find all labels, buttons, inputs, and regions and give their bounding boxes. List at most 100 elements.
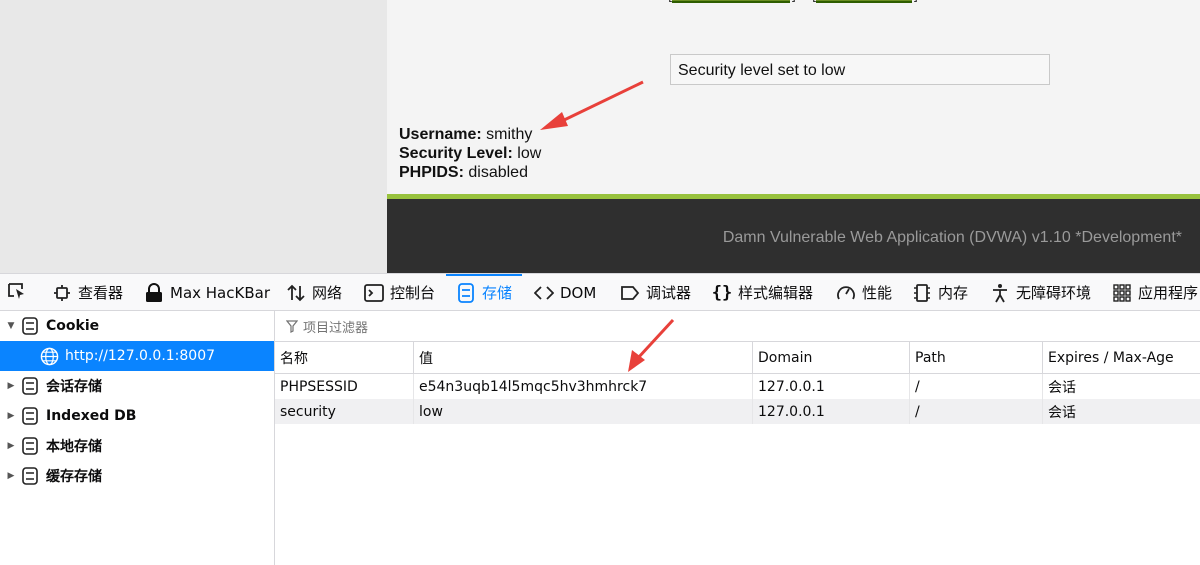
cell-path: / xyxy=(910,374,1043,399)
tree-item-indexed-db-label: Indexed DB xyxy=(46,408,137,424)
globe-icon xyxy=(40,347,59,365)
performance-icon xyxy=(836,283,856,303)
table-row[interactable]: security low 127.0.0.1 / 会话 xyxy=(275,399,1200,424)
tab-accessibility[interactable]: 无障碍环境 xyxy=(990,274,1092,310)
database-icon xyxy=(22,467,38,485)
devtools-panel: 查看器 Max HacKBar 网络 控制台 存储 DOM 调试器 {} 样式编 xyxy=(0,273,1200,565)
table-header: 名称 值 Domain Path Expires / Max-Age xyxy=(275,342,1200,374)
cell-domain: 127.0.0.1 xyxy=(753,374,910,399)
storage-icon xyxy=(456,282,476,303)
tree-item-local-storage[interactable]: ▶ 本地存储 xyxy=(0,431,274,461)
tree-item-session-storage-label: 会话存储 xyxy=(46,379,102,395)
devtools-toolbar: 查看器 Max HacKBar 网络 控制台 存储 DOM 调试器 {} 样式编 xyxy=(0,273,1200,311)
tab-style-editor[interactable]: {} 样式编辑器 xyxy=(711,274,814,310)
tab-inspector-label: 查看器 xyxy=(78,284,124,302)
tab-hackbar[interactable]: Max HacKBar xyxy=(144,274,270,310)
cell-path: / xyxy=(910,399,1043,424)
column-header-name[interactable]: 名称 xyxy=(275,342,414,373)
tab-memory[interactable]: 内存 xyxy=(912,274,969,310)
tab-application[interactable]: 应用程序 xyxy=(1112,274,1199,310)
accessibility-icon xyxy=(990,283,1010,303)
cell-expires: 会话 xyxy=(1048,379,1076,396)
application-icon xyxy=(1112,283,1132,303)
tab-console-label: 控制台 xyxy=(390,284,436,302)
tab-application-label: 应用程序 xyxy=(1138,284,1199,302)
tab-storage-label: 存储 xyxy=(482,284,513,302)
tree-item-cache-storage-label: 缓存存储 xyxy=(46,469,102,485)
tab-debugger-label: 调试器 xyxy=(646,284,692,302)
collapsed-arrow-icon[interactable]: ▶ xyxy=(6,441,16,451)
storage-sidebar: ▼ Cookie http://127.0.0.1:8007 ▶ 会话存储 ▶ … xyxy=(0,311,275,565)
cut-off-link-1[interactable] xyxy=(668,0,796,5)
tab-dom-label: DOM xyxy=(560,283,597,302)
element-picker-button[interactable] xyxy=(6,274,28,310)
phpids-label: PHPIDS: xyxy=(399,164,464,181)
tree-item-cache-storage[interactable]: ▶ 缓存存储 xyxy=(0,461,274,491)
tab-hackbar-label: Max HacKBar xyxy=(170,283,270,302)
security-level-label: Security Level: xyxy=(399,145,513,162)
cell-value[interactable]: low xyxy=(414,399,753,424)
tab-dom[interactable]: DOM xyxy=(534,274,597,310)
tab-debugger[interactable]: 调试器 xyxy=(620,274,692,310)
tab-performance[interactable]: 性能 xyxy=(836,274,893,310)
database-icon xyxy=(22,317,38,335)
expanded-arrow-icon[interactable]: ▼ xyxy=(6,321,16,331)
tab-inspector[interactable]: 查看器 xyxy=(52,274,124,310)
database-icon xyxy=(22,377,38,395)
hackbar-icon xyxy=(144,282,164,303)
debugger-icon xyxy=(620,283,640,303)
cell-name: security xyxy=(275,399,414,424)
column-header-value[interactable]: 值 xyxy=(414,342,753,373)
tab-console[interactable]: 控制台 xyxy=(364,274,436,310)
cell-expires: 会话 xyxy=(1048,404,1076,421)
footer-text: Damn Vulnerable Web Application (DVWA) v… xyxy=(722,229,1182,246)
cell-value[interactable]: e54n3uqb14l5mqc5hv3hmhrck7 xyxy=(414,374,753,399)
column-header-domain[interactable]: Domain xyxy=(753,342,910,373)
security-message-box: Security level set to low xyxy=(670,54,1050,85)
top-links xyxy=(664,0,934,5)
collapsed-arrow-icon[interactable]: ▶ xyxy=(6,411,16,421)
table-row[interactable]: PHPSESSID e54n3uqb14l5mqc5hv3hmhrck7 127… xyxy=(275,374,1200,399)
memory-icon xyxy=(912,283,932,303)
phpids-value: disabled xyxy=(468,164,528,181)
security-level-line: Security Level: low xyxy=(399,144,541,163)
cookie-table: 名称 值 Domain Path Expires / Max-Age PHPSE… xyxy=(275,342,1200,424)
style-editor-icon: {} xyxy=(711,282,733,303)
tab-network-label: 网络 xyxy=(312,284,343,302)
tree-item-local-storage-label: 本地存储 xyxy=(46,439,102,455)
tree-item-cookie[interactable]: ▼ Cookie xyxy=(0,311,274,341)
phpids-line: PHPIDS: disabled xyxy=(399,163,541,182)
column-header-path[interactable]: Path xyxy=(910,342,1043,373)
tab-accessibility-label: 无障碍环境 xyxy=(1016,284,1092,302)
security-level-value: low xyxy=(517,145,542,162)
tab-network[interactable]: 网络 xyxy=(286,274,343,310)
filter-icon xyxy=(286,319,298,333)
database-icon xyxy=(22,407,38,425)
username-value: smithy xyxy=(486,126,533,143)
cut-off-link-2[interactable] xyxy=(812,0,918,5)
column-header-expires[interactable]: Expires / Max-Age xyxy=(1043,342,1200,373)
collapsed-arrow-icon[interactable]: ▶ xyxy=(6,471,16,481)
inspector-icon xyxy=(52,283,72,303)
tab-storage[interactable]: 存储 xyxy=(445,274,523,310)
user-info: Username: smithy Security Level: low PHP… xyxy=(399,125,541,182)
username-label: Username: xyxy=(399,126,482,143)
filter-bar[interactable]: 项目过滤器 xyxy=(275,311,1200,342)
left-menu-pane xyxy=(0,0,387,273)
network-arrows-icon xyxy=(286,283,306,303)
dvwa-page: Security level set to low Username: smit… xyxy=(0,0,1200,273)
tree-item-cookie-label: Cookie xyxy=(46,318,100,334)
tree-item-session-storage[interactable]: ▶ 会话存储 xyxy=(0,371,274,401)
tab-style-editor-label: 样式编辑器 xyxy=(738,284,814,302)
console-icon xyxy=(364,283,384,303)
tree-item-cookie-host[interactable]: http://127.0.0.1:8007 xyxy=(0,341,274,371)
tree-item-indexed-db[interactable]: ▶ Indexed DB xyxy=(0,401,274,431)
filter-input[interactable]: 项目过滤器 xyxy=(303,317,368,336)
element-picker-icon xyxy=(6,281,28,305)
collapsed-arrow-icon[interactable]: ▶ xyxy=(6,381,16,391)
tab-memory-label: 内存 xyxy=(938,284,969,302)
username-line: Username: smithy xyxy=(399,125,541,144)
cell-name: PHPSESSID xyxy=(275,374,414,399)
tab-performance-label: 性能 xyxy=(862,284,893,302)
dom-icon xyxy=(534,283,554,303)
